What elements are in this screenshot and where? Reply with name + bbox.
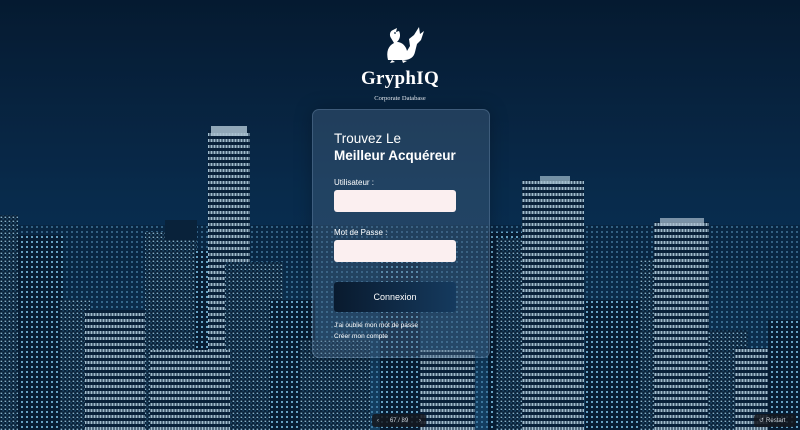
restart-label: Restart xyxy=(766,417,786,424)
restart-button[interactable]: ↺ Restart xyxy=(754,414,796,427)
login-title-line2: Meilleur Acquéreur xyxy=(334,148,456,163)
brand-tagline: Corporate Database xyxy=(374,95,426,102)
username-label: Utilisateur : xyxy=(334,178,375,187)
username-input[interactable] xyxy=(334,190,456,212)
login-title: Trouvez Le Meilleur Acquéreur xyxy=(334,130,484,164)
page-indicator: 67 / 89 xyxy=(389,417,409,424)
chevron-right-icon[interactable]: › xyxy=(419,418,421,424)
brand-header: GryphIQ Corporate Database xyxy=(0,22,800,102)
restart-icon: ↺ xyxy=(759,418,765,424)
brand-name: GryphIQ xyxy=(360,68,440,89)
chevron-left-icon[interactable]: ‹ xyxy=(377,418,379,424)
create-account-link[interactable]: Créer mon compte xyxy=(334,333,388,340)
login-title-line1: Trouvez Le xyxy=(334,131,402,146)
forgot-password-link[interactable]: J'ai oublié mon mot de passe xyxy=(334,322,418,329)
password-input[interactable] xyxy=(334,240,456,262)
slide-pager: ‹ 67 / 89 › xyxy=(372,414,426,427)
login-card: Trouvez Le Meilleur Acquéreur Utilisateu… xyxy=(312,109,490,358)
password-label: Mot de Passe : xyxy=(334,228,388,237)
griffin-logo-icon xyxy=(387,27,424,63)
login-button[interactable]: Connexion xyxy=(334,282,456,312)
